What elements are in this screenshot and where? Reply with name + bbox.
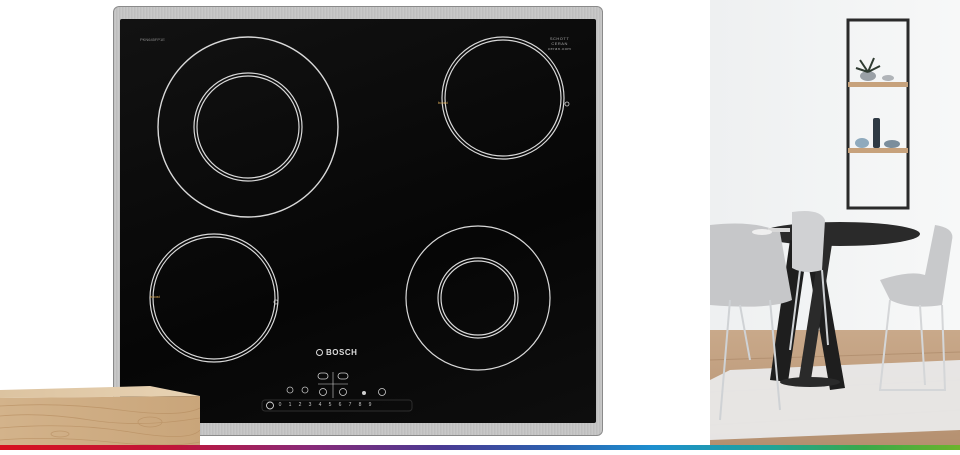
- power-level-9[interactable]: 9: [365, 402, 375, 408]
- timer-icon[interactable]: [378, 388, 386, 396]
- power-level-2[interactable]: 2: [295, 402, 305, 408]
- power-level-6[interactable]: 6: [335, 402, 345, 408]
- zone-back-right: [441, 36, 565, 160]
- power-level-7[interactable]: 7: [345, 402, 355, 408]
- power-level-5[interactable]: 5: [325, 402, 335, 408]
- zone-back-right-select-icon[interactable]: [337, 372, 349, 380]
- power-level-3[interactable]: 3: [305, 402, 315, 408]
- zone-back-left-inner: [193, 72, 303, 182]
- brand-name: BOSCH: [326, 348, 358, 357]
- power-level-0[interactable]: 0: [275, 402, 285, 408]
- bosch-logo-icon: [316, 349, 323, 356]
- zone-back-left-outer: [157, 36, 339, 218]
- zone-front-right-outer: [405, 225, 551, 371]
- zone-back-left-select-icon[interactable]: [317, 372, 329, 380]
- zone-front-right-select-icon[interactable]: [339, 388, 347, 396]
- zone-label-front-left: boost: [150, 294, 160, 299]
- power-level-scale: 0 1 2 3 4 5 6 7 8 9: [275, 402, 375, 408]
- wooden-countertop-sample: [0, 382, 201, 450]
- power-level-8[interactable]: 8: [355, 402, 365, 408]
- zone-label-back-right: boost: [438, 100, 448, 105]
- zone-select-icon[interactable]: [286, 386, 294, 394]
- brand-color-stripe: [0, 445, 960, 450]
- child-lock-icon[interactable]: [301, 386, 309, 394]
- boost-icon[interactable]: [362, 391, 366, 395]
- zone-front-right-inner: [437, 257, 519, 339]
- product-image: PKN645FP1E SCHOTT CERAN ceran.com boost …: [0, 0, 960, 450]
- zone-front-left-select-icon[interactable]: [319, 388, 327, 396]
- power-level-4[interactable]: 4: [315, 402, 325, 408]
- power-icon[interactable]: [266, 401, 274, 410]
- zone-front-left: [149, 233, 279, 363]
- brand-logo: BOSCH: [316, 348, 357, 357]
- power-level-1[interactable]: 1: [285, 402, 295, 408]
